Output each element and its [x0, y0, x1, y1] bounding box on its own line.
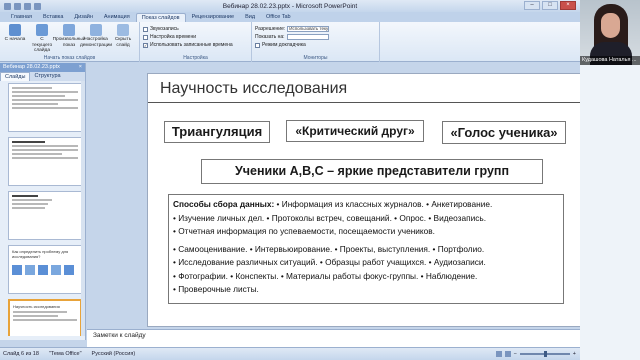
window-controls: – □ × — [524, 1, 576, 10]
zoom-slider-knob[interactable] — [543, 351, 547, 357]
tab-slideshow[interactable]: Показ слайдов — [135, 13, 186, 22]
tab-office-tab[interactable]: Office Tab — [261, 13, 296, 22]
slideshow-current-icon — [36, 24, 48, 36]
slide-canvas[interactable]: Научность исследования Триангуляция «Кри… — [147, 73, 597, 327]
theme-name: "Тема Office" — [48, 351, 82, 357]
setup-show-icon — [90, 24, 102, 36]
tab-view[interactable]: Вид — [240, 13, 260, 22]
sorter-view-icon[interactable] — [504, 351, 511, 357]
data-collection-methods-box[interactable]: Способы сбора данных: • Информация из кл… — [168, 194, 564, 304]
group-setup: Звукозапись Настройка времени ✓ Использов… — [140, 22, 252, 62]
slide-thumbnail-selected[interactable]: Научность исследования — [8, 299, 82, 336]
close-button[interactable]: × — [560, 1, 576, 10]
ribbon: С начала С текущего слайда Произвольный … — [0, 22, 580, 62]
record-narration-button[interactable]: Звукозапись — [143, 26, 233, 32]
language-indicator[interactable]: Русский (Россия) — [92, 351, 136, 357]
show-on-row: Показать на: — [255, 34, 329, 40]
methods-line: • Проверочные листы. — [173, 284, 259, 294]
zoom-in-icon[interactable]: + — [573, 351, 576, 357]
minimize-button[interactable]: – — [524, 1, 540, 10]
status-bar: Слайд 6 из 18 "Тема Office" Русский (Рос… — [0, 347, 580, 360]
resolution-select[interactable]: Использовать теку... — [287, 26, 330, 32]
slide-thumbnail[interactable] — [8, 137, 82, 186]
methods-line: • Отчетная информация по успеваемости, п… — [173, 226, 435, 236]
slide-thumbnail[interactable]: Как определить проблему для исследования… — [8, 245, 82, 294]
slide-thumbnail[interactable] — [8, 83, 82, 132]
notes-placeholder: Заметки к слайду — [93, 332, 146, 339]
slide-counter: Слайд 6 из 18 — [3, 351, 39, 357]
zoom-out-icon[interactable]: − — [514, 351, 517, 357]
hide-slide-icon — [117, 24, 129, 36]
rehearse-timings-button[interactable]: Настройка времени — [143, 34, 233, 40]
document-tab[interactable]: Вебинар 28.02.23.pptx × — [0, 63, 85, 72]
tab-review[interactable]: Рецензирование — [187, 13, 239, 22]
show-on-select[interactable] — [286, 34, 329, 40]
setup-show-button[interactable]: Настройка демонстрации — [80, 24, 112, 54]
methods-line: • Изучение личных дел. • Протоколы встре… — [173, 212, 486, 223]
zoom-control: − + — [495, 351, 580, 357]
pane-tabs: Слайды Структура — [0, 72, 85, 81]
resolution-row: Разрешение: Использовать теку... — [255, 26, 330, 32]
representatives-box[interactable]: Ученики A,B,C – яркие представители груп… — [201, 159, 543, 184]
group-monitors: Разрешение: Использовать теку... Показать… — [252, 22, 380, 62]
group-start-slideshow: С начала С текущего слайда Произвольный … — [0, 22, 140, 62]
tab-outline[interactable]: Структура — [30, 72, 64, 81]
triangulation-box[interactable]: Триангуляция — [164, 121, 270, 143]
slide-title[interactable]: Научность исследования — [160, 80, 347, 98]
critical-friend-box[interactable]: «Критический друг» — [286, 120, 424, 142]
title-divider — [148, 102, 596, 103]
normal-view-icon[interactable] — [495, 351, 502, 357]
thumbnail-list: Как определить проблему для исследования… — [0, 81, 82, 336]
custom-show-icon — [63, 24, 75, 36]
from-current-slide-button[interactable]: С текущего слайда — [30, 24, 54, 54]
slide-thumbnail[interactable] — [8, 191, 82, 240]
custom-show-button[interactable]: Произвольный показ — [53, 24, 85, 54]
ribbon-tabs: Главная Вставка Дизайн Анимация Показ сл… — [0, 12, 580, 22]
use-timings-checkbox[interactable]: ✓ Использовать записанные времена — [143, 42, 233, 48]
microphone-icon — [143, 26, 148, 32]
notes-pane[interactable]: Заметки к слайду — [87, 329, 584, 347]
hide-slide-button[interactable]: Скрыть слайд — [111, 24, 135, 54]
methods-line: • Исследование различных ситуаций. • Обр… — [173, 257, 486, 267]
close-document-icon[interactable]: × — [79, 63, 85, 72]
from-beginning-button[interactable]: С начала — [3, 24, 27, 54]
clock-icon — [143, 34, 148, 40]
methods-label: Способы сбора данных: — [173, 199, 275, 209]
checkbox-checked-icon: ✓ — [143, 42, 148, 48]
student-voice-box[interactable]: «Голос ученика» — [442, 121, 566, 144]
tab-home[interactable]: Главная — [6, 13, 37, 22]
window-title: Вебинар 28.02.23.pptx - Microsoft PowerP… — [222, 2, 358, 10]
slides-pane: Вебинар 28.02.23.pptx × Слайды Структура… — [0, 63, 86, 340]
title-bar: Вебинар 28.02.23.pptx - Microsoft PowerP… — [0, 0, 580, 12]
presenter-view-checkbox[interactable]: Режим докладчика — [255, 42, 329, 48]
slide-editor: Научность исследования Триангуляция «Кри… — [87, 63, 597, 329]
slideshow-start-icon — [9, 24, 21, 36]
maximize-button[interactable]: □ — [542, 1, 558, 10]
tab-slides[interactable]: Слайды — [0, 72, 31, 81]
methods-line: • Фотографии. • Конспекты. • Материалы р… — [173, 270, 478, 281]
participant-name: Кудашова Наталья ... — [580, 56, 640, 65]
tab-design[interactable]: Дизайн — [69, 13, 98, 22]
tab-insert[interactable]: Вставка — [38, 13, 68, 22]
thumbnail-scrollbar[interactable] — [81, 81, 85, 336]
zoom-slider[interactable] — [519, 351, 570, 357]
tab-animation[interactable]: Анимация — [99, 13, 135, 22]
webcam-panel-background — [580, 65, 640, 360]
checkbox-icon — [255, 42, 260, 48]
methods-line: Способы сбора данных: • Информация из кл… — [173, 199, 493, 209]
methods-line: • Самооценивание. • Интервьюирование. • … — [173, 243, 485, 254]
